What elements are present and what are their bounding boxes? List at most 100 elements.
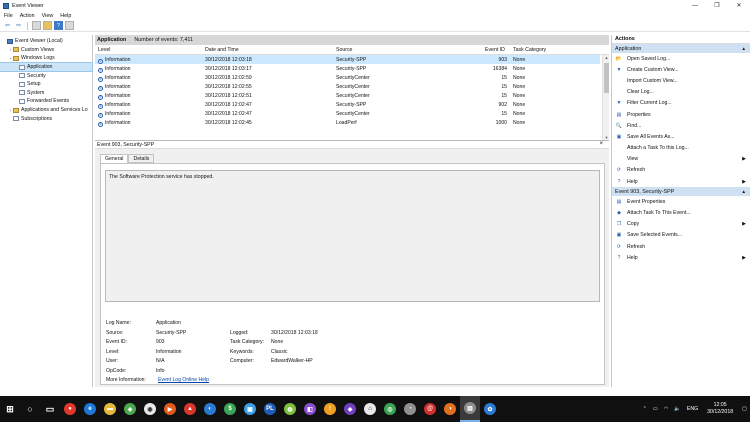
menu-view[interactable]: View	[42, 13, 54, 19]
app-icon[interactable]: ▶	[160, 396, 180, 422]
action-item[interactable]: Clear Log...	[612, 87, 750, 98]
back-arrow-icon[interactable]: ⇦	[3, 21, 12, 30]
cortana-icon[interactable]: ○	[20, 396, 40, 422]
chrome-icon[interactable]: ●	[60, 396, 80, 422]
action-item[interactable]: ? Help ▶	[612, 176, 750, 187]
tree-item[interactable]: Security	[0, 71, 92, 80]
app-icon[interactable]: $	[220, 396, 240, 422]
action-item[interactable]: ⟳ Refresh	[612, 241, 750, 252]
tree-item[interactable]: ⌄ Windows Logs	[0, 54, 92, 63]
battery-icon[interactable]: ▭	[653, 406, 658, 412]
menu-action[interactable]: Action	[20, 13, 35, 19]
action-pane-icon[interactable]	[65, 21, 74, 30]
event-viewer-taskbar-icon[interactable]: ▤	[460, 396, 480, 422]
forward-arrow-icon[interactable]: ⇨	[14, 21, 23, 30]
app-icon[interactable]: ✿	[480, 396, 500, 422]
app-icon[interactable]: ◔	[400, 396, 420, 422]
start-icon[interactable]: ⊞	[0, 396, 20, 422]
explorer-icon[interactable]: ▬	[100, 396, 120, 422]
close-detail-icon[interactable]: ×	[599, 141, 603, 147]
action-item[interactable]: ◆ Attach Task To This Event...	[612, 207, 750, 218]
action-item[interactable]: ▼ Filter Current Log...	[612, 98, 750, 109]
volume-icon[interactable]: 🔈	[674, 406, 680, 412]
tree-item[interactable]: Setup	[0, 80, 92, 89]
language-indicator[interactable]: ENG	[687, 406, 698, 412]
app-icon[interactable]: PL	[260, 396, 280, 422]
collapse-icon[interactable]: ▲	[742, 46, 746, 51]
event-message[interactable]: The Software Protection service has stop…	[105, 170, 600, 302]
help-icon[interactable]: ?	[54, 21, 63, 30]
network-icon[interactable]: ◠	[664, 406, 669, 412]
tree-item[interactable]: Application	[0, 61, 93, 73]
task-view-icon[interactable]: ▭	[40, 396, 60, 422]
column-source[interactable]: Source	[336, 47, 352, 53]
tree-item[interactable]: › Applications and Services Lo	[0, 106, 92, 115]
event-row[interactable]: i Information 30/12/2018 12:02:47 SecurityC…	[95, 109, 600, 118]
event-row[interactable]: i Information 30/12/2018 12:03:18 Security-…	[95, 55, 600, 64]
app-icon[interactable]: @	[420, 396, 440, 422]
actions-section-event[interactable]: Event 903, Security-SPP ▲	[612, 187, 750, 197]
column-date-time[interactable]: Date and Time	[205, 47, 239, 53]
action-item[interactable]: 📂 Open Saved Log...	[612, 53, 750, 64]
tree-item[interactable]: Forwarded Events	[0, 97, 92, 106]
app-icon[interactable]: !	[320, 396, 340, 422]
app-icon[interactable]: ▣	[240, 396, 260, 422]
restore-button[interactable]: ❐	[706, 0, 728, 11]
clock[interactable]: 12:05 30/12/2018	[707, 402, 733, 416]
tray-overflow-icon[interactable]: ⌃	[643, 406, 647, 412]
tree-item[interactable]: Subscriptions	[0, 114, 92, 123]
tab-details[interactable]: Details	[128, 154, 155, 163]
event-row[interactable]: i Information 30/12/2018 12:03:17 Security-…	[95, 64, 600, 73]
column-level[interactable]: Level	[98, 47, 110, 53]
app-icon[interactable]: ◆	[340, 396, 360, 422]
app-icon[interactable]: ◍	[280, 396, 300, 422]
event-row[interactable]: i Information 30/12/2018 12:02:45 LoadPerf 1…	[95, 118, 600, 127]
action-item[interactable]: ▤ Properties	[612, 109, 750, 120]
column-task-category[interactable]: Task Category	[513, 47, 546, 53]
tree-item[interactable]: Event Viewer (Local)	[0, 37, 92, 46]
tree-item[interactable]: System	[0, 89, 92, 98]
action-item[interactable]: ? Help ▶	[612, 252, 750, 263]
online-help-link[interactable]: Event Log Online Help	[158, 377, 209, 383]
app-icon[interactable]: ◎	[380, 396, 400, 422]
action-item[interactable]: ❐ Copy ▶	[612, 219, 750, 230]
action-item[interactable]: Import Custom View...	[612, 75, 750, 86]
app-icon[interactable]: ◑	[440, 396, 460, 422]
event-row[interactable]: i Information 30/12/2018 12:02:51 SecurityC…	[95, 91, 600, 100]
action-item[interactable]: ▼ Create Custom View...	[612, 64, 750, 75]
show-hide-tree-icon[interactable]	[32, 21, 41, 30]
open-folder-icon[interactable]	[43, 21, 52, 30]
app-icon[interactable]: ◈	[120, 396, 140, 422]
column-event-id[interactable]: Event ID	[485, 47, 505, 53]
action-item[interactable]: 🔍 Find...	[612, 120, 750, 131]
collapse-icon[interactable]: ▲	[742, 189, 746, 194]
actions-section-application[interactable]: Application ▲	[612, 44, 750, 53]
event-row[interactable]: i Information 30/12/2018 12:02:47 Security-…	[95, 100, 600, 109]
app-icon[interactable]: ▲	[180, 396, 200, 422]
edge-icon[interactable]: e	[80, 396, 100, 422]
app-icon[interactable]: ◐	[200, 396, 220, 422]
close-button[interactable]: ✕	[728, 0, 750, 11]
action-item[interactable]: ▣ Save All Events As...	[612, 131, 750, 142]
action-item[interactable]: Attach a Task To this Log...	[612, 143, 750, 154]
app-icon[interactable]: ⌂	[360, 396, 380, 422]
tree-item[interactable]: › Custom Views	[0, 46, 92, 55]
menu-help[interactable]: Help	[60, 13, 71, 19]
notifications-icon[interactable]: ▢	[742, 406, 747, 412]
event-row[interactable]: i Information 30/12/2018 12:02:55 SecurityC…	[95, 82, 600, 91]
menu-file[interactable]: File	[4, 13, 13, 19]
scroll-up-icon[interactable]: ▲	[603, 55, 610, 60]
action-item[interactable]: ▤ Event Properties	[612, 196, 750, 207]
tab-general[interactable]: General	[100, 154, 129, 163]
event-list-scrollbar[interactable]: ▲ ▼	[602, 55, 609, 140]
title-bar[interactable]: Event Viewer — ❐ ✕	[0, 0, 750, 11]
minimize-button[interactable]: —	[684, 0, 706, 11]
app-icon[interactable]: ◉	[140, 396, 160, 422]
event-row[interactable]: i Information 30/12/2018 12:02:59 SecurityC…	[95, 73, 600, 82]
action-item[interactable]: View ▶	[612, 154, 750, 165]
app-icon[interactable]: ◧	[300, 396, 320, 422]
action-item[interactable]: ⟳ Refresh	[612, 165, 750, 176]
scroll-thumb[interactable]	[604, 63, 609, 93]
action-item[interactable]: ▣ Save Selected Events...	[612, 230, 750, 241]
tree-item-label: Event Viewer (Local)	[15, 38, 63, 45]
